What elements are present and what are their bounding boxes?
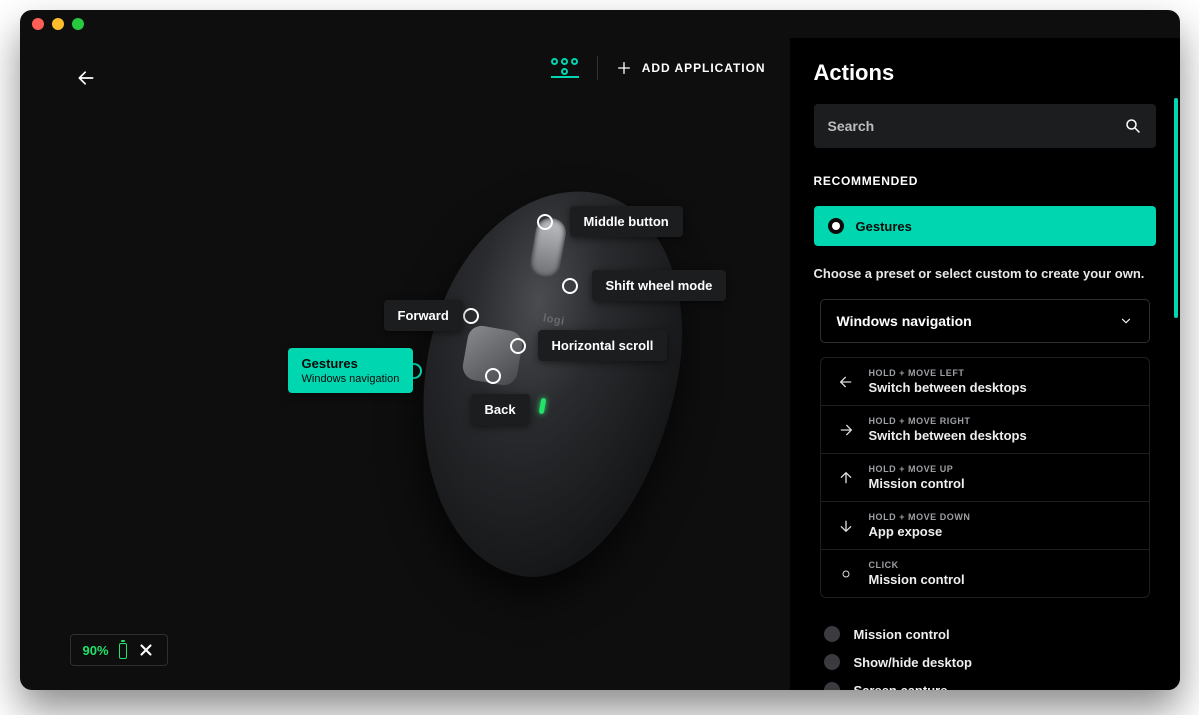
window-titlebar [20, 10, 1180, 38]
toolbar-divider [597, 56, 598, 80]
gesture-direction: CLICK [869, 560, 965, 570]
preset-dropdown[interactable]: Windows navigation [820, 299, 1150, 343]
back-button[interactable] [70, 62, 102, 94]
gesture-direction: HOLD + MOVE RIGHT [869, 416, 1027, 426]
gesture-action: Mission control [869, 476, 965, 491]
battery-icon [117, 641, 129, 659]
gesture-row[interactable]: HOLD + MOVE UP Mission control [821, 454, 1149, 502]
radio-off-icon [824, 626, 840, 642]
close-window-button[interactable] [32, 18, 44, 30]
annotation-gestures[interactable]: Gestures Windows navigation [288, 348, 414, 393]
marker-shift-wheel[interactable] [562, 278, 578, 294]
marker-horizontal-scroll[interactable] [510, 338, 526, 354]
connection-icon [137, 641, 155, 659]
action-option-label: Show/hide desktop [854, 655, 972, 670]
annotation-forward[interactable]: Forward [384, 300, 463, 331]
gestures-body: Choose a preset or select custom to crea… [814, 246, 1156, 690]
gesture-list: HOLD + MOVE LEFT Switch between desktops… [820, 357, 1150, 598]
scrollbar[interactable] [1174, 98, 1178, 318]
annotation-label: Horizontal scroll [552, 338, 654, 353]
action-option-label: Screen capture [854, 683, 948, 691]
chevron-down-icon [1119, 314, 1133, 328]
gesture-direction: HOLD + MOVE DOWN [869, 512, 971, 522]
radio-off-icon [824, 682, 840, 690]
top-toolbar: ADD APPLICATION [551, 56, 766, 80]
click-icon [837, 565, 855, 583]
device-view: ADD APPLICATION logi [20, 38, 790, 690]
arrow-right-icon [837, 421, 855, 439]
annotation-back[interactable]: Back [471, 394, 530, 425]
gestures-header[interactable]: Gestures [814, 206, 1156, 246]
gesture-action: Switch between desktops [869, 380, 1027, 395]
marker-back[interactable] [485, 368, 501, 384]
app-window: ADD APPLICATION logi [20, 10, 1180, 690]
annotation-middle-button[interactable]: Middle button [570, 206, 683, 237]
minimize-window-button[interactable] [52, 18, 64, 30]
battery-level: 90% [83, 643, 109, 658]
marker-middle-button[interactable] [537, 214, 553, 230]
arrow-up-icon [837, 469, 855, 487]
gesture-row[interactable]: HOLD + MOVE LEFT Switch between desktops [821, 358, 1149, 406]
search-input[interactable] [828, 118, 1114, 134]
other-actions-list: Mission control Show/hide desktop Screen… [814, 620, 1156, 690]
annotation-label: Back [485, 402, 516, 417]
actions-panel: Actions RECOMMENDED Gestures Choose a pr… [790, 38, 1180, 690]
annotation-label: Forward [398, 308, 449, 323]
gesture-direction: HOLD + MOVE UP [869, 464, 965, 474]
gesture-action: App expose [869, 524, 971, 539]
applications-grid-icon[interactable] [551, 58, 579, 78]
action-search[interactable] [814, 104, 1156, 148]
gesture-row[interactable]: CLICK Mission control [821, 550, 1149, 597]
arrow-left-icon [76, 68, 96, 88]
annotation-label: Shift wheel mode [606, 278, 713, 293]
radio-off-icon [824, 654, 840, 670]
radio-on-icon [828, 218, 844, 234]
mouse-stage: logi Middle button Shift wheel mode [60, 138, 790, 690]
action-option-label: Mission control [854, 627, 950, 642]
plus-icon [616, 60, 632, 76]
action-option[interactable]: Mission control [814, 620, 1156, 648]
add-application-button[interactable]: ADD APPLICATION [616, 60, 766, 76]
annotation-label: Gestures [302, 356, 358, 371]
gestures-hint: Choose a preset or select custom to crea… [814, 266, 1156, 281]
arrow-down-icon [837, 517, 855, 535]
marker-forward[interactable] [463, 308, 479, 324]
annotation-shift-wheel[interactable]: Shift wheel mode [592, 270, 727, 301]
annotation-sublabel: Windows navigation [302, 373, 400, 385]
maximize-window-button[interactable] [72, 18, 84, 30]
preset-selected: Windows navigation [837, 313, 972, 329]
arrow-left-icon [837, 373, 855, 391]
gesture-row[interactable]: HOLD + MOVE DOWN App expose [821, 502, 1149, 550]
search-icon [1124, 117, 1142, 135]
recommended-label: RECOMMENDED [814, 174, 1156, 188]
battery-status[interactable]: 90% [70, 634, 168, 666]
mouse-image: logi [425, 188, 675, 578]
add-application-label: ADD APPLICATION [642, 61, 766, 75]
action-option[interactable]: Show/hide desktop [814, 648, 1156, 676]
gesture-action: Switch between desktops [869, 428, 1027, 443]
panel-title: Actions [814, 60, 1156, 86]
action-option[interactable]: Screen capture [814, 676, 1156, 690]
annotation-label: Middle button [584, 214, 669, 229]
content-area: ADD APPLICATION logi [20, 38, 1180, 690]
gesture-row[interactable]: HOLD + MOVE RIGHT Switch between desktop… [821, 406, 1149, 454]
gestures-header-label: Gestures [856, 219, 912, 234]
gesture-direction: HOLD + MOVE LEFT [869, 368, 1027, 378]
annotation-horizontal-scroll[interactable]: Horizontal scroll [538, 330, 668, 361]
gesture-action: Mission control [869, 572, 965, 587]
